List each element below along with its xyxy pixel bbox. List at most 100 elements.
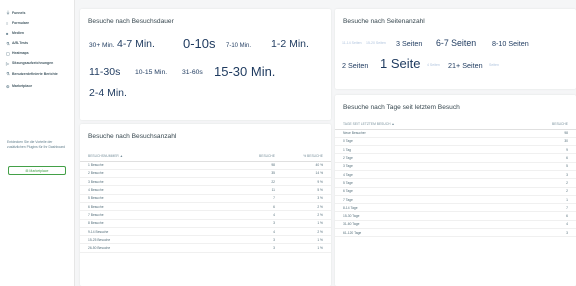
table-row[interactable]: 8 Besuche 3 1 % (80, 219, 331, 228)
days-card-title: Besuche nach Tage seit letztem Besuch (343, 104, 460, 111)
row-value: 35 (243, 169, 283, 179)
marketplace-button[interactable]: ⊞ Marketplace (8, 166, 66, 175)
row-label: 4 Besuche (80, 185, 243, 195)
row-label: 6 Tage (335, 187, 536, 196)
table-row[interactable]: 6 Tage 2 (335, 187, 576, 196)
table-row[interactable]: 15-30 Tage 6 (335, 211, 576, 221)
row-label: 1 Tag (335, 145, 536, 155)
table-row[interactable]: 0 Tage 30 (335, 137, 576, 147)
duration-tag[interactable]: 2-4 Min. (89, 87, 127, 99)
duration-card: Besuche nach Besuchsdauer 30+ Min. 4-7 M… (80, 9, 331, 120)
table-row[interactable]: 2 Besuche 35 14 % (80, 169, 331, 179)
table-row[interactable]: 1 Besuche 98 40 % (80, 161, 331, 170)
sidebar-item-label: Formulare (12, 21, 30, 25)
row-label: 26-50 Besuche (80, 243, 243, 253)
sidebar-item-funnels[interactable]: ⏚ Funnels (6, 8, 74, 18)
sidebar-item-heatmaps[interactable]: ▢ Heatmaps (6, 48, 74, 58)
row-value: 3 (536, 228, 576, 238)
table-row[interactable]: 5 Besuche 7 3 % (80, 194, 331, 204)
pages-tag[interactable]: 4 Seiten (427, 63, 440, 67)
row-label: 5 Tage (335, 178, 536, 188)
column-header-visit-number[interactable]: BESUCHSNUMMER ▲ (80, 151, 243, 162)
row-label: 8-14 Tage (335, 203, 536, 213)
sidebar-item-marketplace[interactable]: ⚙ Marketplace (6, 81, 74, 91)
row-label: Neue Besucher (335, 129, 536, 138)
table-row[interactable]: Neue Besucher 98 (335, 129, 576, 138)
duration-tag[interactable]: 30+ Min. (89, 42, 114, 49)
table-row[interactable]: 7 Besuche 4 2 % (80, 210, 331, 220)
table-row[interactable]: 5 Tage 2 (335, 178, 576, 188)
duration-tag[interactable]: 15-30 Min. (214, 64, 275, 79)
row-value: 3 (536, 170, 576, 180)
table-row[interactable]: 15-25 Besuche 3 1 % (80, 235, 331, 245)
row-label: 6 Besuche (80, 202, 243, 212)
table-row[interactable]: 1 Tag 9 (335, 145, 576, 155)
pages-tag[interactable]: 15-20 Seiten (366, 41, 386, 45)
row-value: 6 (243, 202, 283, 212)
pages-tag[interactable]: 2 Seiten (342, 61, 368, 70)
row-value: 9 % (283, 177, 331, 187)
row-value: 1 % (283, 235, 331, 245)
pages-card-title: Besuche nach Seitenanzahl (343, 18, 425, 25)
row-value: 4 (243, 210, 283, 220)
promo-text: Entdecken Sie die Vorteile der zusätzlic… (7, 140, 66, 149)
duration-tag[interactable]: 1-2 Min. (271, 38, 309, 50)
pages-tag[interactable]: 21+ Seiten (448, 61, 483, 70)
table-row[interactable]: 8-14 Tage 7 (335, 203, 576, 213)
pages-tag[interactable]: 11-14 Seiten (342, 41, 362, 45)
table-row[interactable]: 61-120 Tage 3 (335, 228, 576, 238)
sidebar-item-ab-tests[interactable]: ⚗ A/B-Tests (6, 38, 74, 48)
table-row[interactable]: 4 Tage 3 (335, 170, 576, 180)
table-row[interactable]: 9-14 Besuche 4 2 % (80, 227, 331, 237)
duration-tag[interactable]: 11-30s (89, 66, 120, 78)
row-value: 2 % (283, 202, 331, 212)
table-row[interactable]: 2 Tage 6 (335, 153, 576, 163)
table-header-row: TAGE SEIT LETZTEM BESUCH ▲ BESUCHE (335, 119, 576, 130)
sidebar-item-label: Benutzerdefinierte Berichte (12, 72, 58, 77)
row-label: 5 Besuche (80, 194, 243, 204)
table-row[interactable]: 31-60 Tage 4 (335, 220, 576, 230)
duration-tag[interactable]: 0-10s (183, 36, 216, 51)
row-label: 7 Besuche (80, 210, 243, 220)
sidebar-item-custom-reports[interactable]: ⚗ Benutzerdefinierte Berichte (6, 68, 74, 81)
sidebar-item-media[interactable]: ■ Medien (6, 28, 74, 38)
table-header-row: BESUCHSNUMMER ▲ BESUCHE % BESUCHE (80, 151, 331, 162)
sidebar-item-label: A/B-Tests (12, 41, 29, 45)
column-header-days[interactable]: TAGE SEIT LETZTEM BESUCH ▲ (335, 119, 536, 130)
row-label: 0 Tage (335, 137, 536, 147)
pages-tag[interactable]: 6-7 Seiten (436, 38, 476, 48)
row-value: 1 % (283, 219, 331, 228)
row-value: 11 (243, 185, 283, 195)
duration-tag[interactable]: 10-15 Min. (135, 69, 167, 76)
row-value: 7 (243, 194, 283, 204)
pages-tag[interactable]: 3 Seiten (396, 39, 422, 48)
sidebar: ⏚ Funnels ≡ Formulare ■ Medien ⚗ A/B-Tes… (0, 0, 75, 286)
table-row[interactable]: 6 Besuche 6 2 % (80, 202, 331, 212)
row-value: 2 (536, 187, 576, 196)
table-row[interactable]: 4 Besuche 11 5 % (80, 185, 331, 195)
row-value: 2 % (283, 210, 331, 220)
table-row[interactable]: 7 Tage 1 (335, 195, 576, 205)
row-label: 1 Besuche (80, 161, 243, 170)
row-value: 4 (243, 227, 283, 237)
pages-tag[interactable]: 1 Seite (380, 56, 420, 71)
column-header-visits[interactable]: BESUCHE (536, 119, 576, 130)
pages-tag[interactable]: 8-10 Seiten (492, 39, 529, 48)
table-row[interactable]: 26-50 Besuche 3 1 % (80, 243, 331, 253)
duration-tag[interactable]: 7-10 Min. (226, 43, 251, 49)
column-header-visits-percent[interactable]: % BESUCHE (283, 151, 331, 162)
table-row[interactable]: 3 Tage 5 (335, 162, 576, 172)
row-value: 3 (243, 235, 283, 245)
sidebar-item-session-recordings[interactable]: ▷ Sitzungsaufzeichnungen (6, 58, 74, 68)
duration-tag[interactable]: 31-60s (182, 69, 203, 76)
row-value: 4 (536, 220, 576, 230)
sidebar-item-label: Marketplace (12, 84, 33, 88)
row-value: 30 (536, 137, 576, 147)
sidebar-item-label: Sitzungsaufzeichnungen (12, 61, 54, 65)
duration-tag[interactable]: 4-7 Min. (117, 38, 155, 50)
pages-tag[interactable]: Seiten (489, 63, 499, 67)
table-row[interactable]: 3 Besuche 22 9 % (80, 177, 331, 187)
sidebar-item-forms[interactable]: ≡ Formulare (6, 18, 74, 28)
column-header-visits[interactable]: BESUCHE (243, 151, 283, 162)
row-value: 3 (243, 243, 283, 253)
